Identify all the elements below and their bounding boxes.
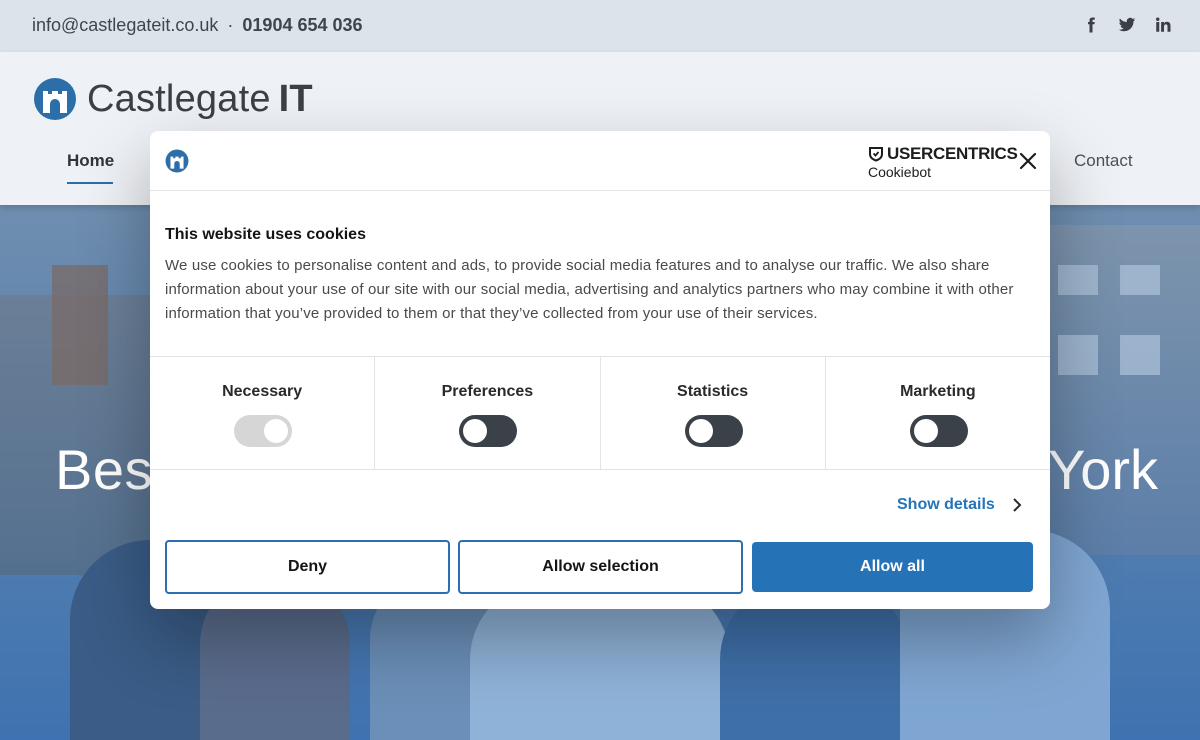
consent-categories: Necessary Preferences Statistics Marketi… (150, 356, 1050, 470)
show-details-label: Show details (897, 496, 995, 513)
show-details-link[interactable]: Show details (897, 496, 1023, 514)
marketing-toggle[interactable] (909, 415, 968, 447)
chevron-right-icon (1013, 498, 1022, 512)
category-statistics: Statistics (601, 357, 826, 469)
toggle-knob (463, 419, 488, 443)
category-necessary: Necessary (150, 357, 376, 469)
allow-selection-button[interactable]: Allow selection (458, 540, 743, 594)
category-preferences: Preferences (375, 357, 601, 469)
necessary-toggle (234, 415, 292, 447)
toggle-knob (913, 419, 938, 443)
cookie-consent-dialog: USERCENTRICS Cookiebot This website uses… (150, 131, 1050, 609)
dialog-body-text: We use cookies to personalise content an… (165, 257, 1014, 322)
usercentrics-logo[interactable]: USERCENTRICS Cookiebot (868, 144, 1018, 180)
deny-button[interactable]: Deny (165, 540, 450, 594)
castle-logo-icon (165, 149, 189, 173)
toggle-knob (688, 419, 713, 443)
dialog-header: USERCENTRICS Cookiebot (150, 131, 1050, 191)
vendor-product: Cookiebot (868, 164, 932, 180)
allow-all-button[interactable]: Allow all (752, 542, 1033, 592)
close-button[interactable] (1016, 149, 1040, 173)
shield-icon (869, 147, 883, 162)
category-label: Preferences (441, 383, 534, 400)
vendor-name: USERCENTRICS (887, 144, 1018, 163)
category-label: Statistics (677, 383, 749, 400)
category-label: Necessary (222, 383, 303, 400)
preferences-toggle[interactable] (459, 415, 518, 447)
dialog-title: This website uses cookies (165, 226, 366, 243)
category-label: Marketing (900, 383, 976, 400)
usercentrics-wordmark: USERCENTRICS (868, 144, 1018, 164)
category-marketing: Marketing (826, 357, 1050, 469)
toggle-knob (264, 419, 288, 443)
statistics-toggle[interactable] (684, 415, 743, 447)
close-icon (1019, 152, 1037, 170)
